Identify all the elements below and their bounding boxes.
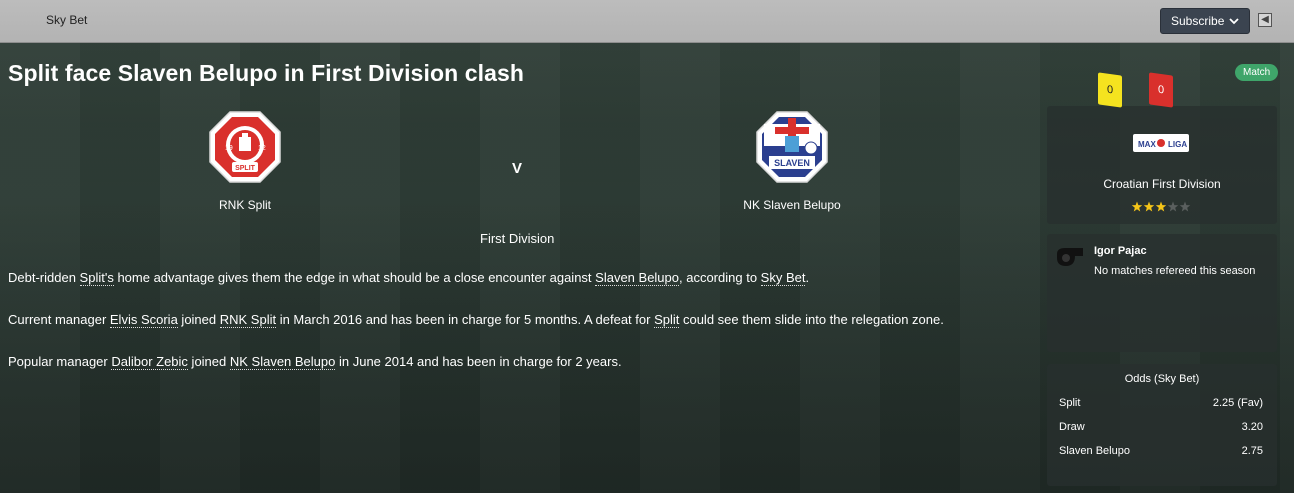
whistle-icon: [1057, 248, 1083, 266]
home-team-name[interactable]: RNK Split: [195, 198, 295, 212]
svg-text:SPLIT: SPLIT: [235, 165, 256, 172]
odds-row: Draw 3.20: [1059, 421, 1263, 433]
svg-text:LIGA: LIGA: [1168, 140, 1187, 149]
away-team-name[interactable]: NK Slaven Belupo: [732, 198, 852, 212]
svg-text:SLAVEN: SLAVEN: [774, 158, 810, 168]
odds-value: 2.75: [1241, 445, 1263, 457]
away-team[interactable]: 1907 SLAVEN NK Slaven Belupo: [732, 110, 852, 212]
source-link[interactable]: Sky Bet: [760, 270, 806, 286]
svg-text:1907: 1907: [765, 146, 781, 153]
headline: Split face Slaven Belupo in First Divisi…: [8, 60, 525, 86]
text-run: Popular manager: [8, 354, 112, 369]
text-run: home advantage gives them the edge in wh…: [113, 270, 596, 285]
star-rating-icon: [1131, 201, 1191, 212]
text-run: in June 2014 and has been in charge for …: [335, 354, 622, 369]
svg-text:19: 19: [225, 145, 233, 152]
odds-row: Split 2.25 (Fav): [1059, 397, 1263, 409]
home-team[interactable]: 19 12 SPLIT RNK Split: [195, 110, 295, 212]
odds-value: 3.20: [1241, 421, 1263, 433]
team-link[interactable]: Split: [654, 312, 680, 328]
match-badge: Match: [1235, 64, 1279, 81]
league-panel[interactable]: MAX LIGA Croatian First Division: [1047, 106, 1277, 224]
text-run: in March 2016 and has been in charge for…: [276, 312, 655, 327]
text-run: Debt-ridden: [8, 270, 80, 285]
odds-panel: Odds (Sky Bet) Split 2.25 (Fav) Draw 3.2…: [1047, 364, 1277, 486]
text-run: Current manager: [8, 312, 110, 327]
manager-link[interactable]: Elvis Scoria: [109, 312, 178, 328]
star-empty-icon: [1167, 201, 1179, 212]
article-paragraph: Debt-ridden Split's home advantage gives…: [8, 270, 810, 286]
away-crest: 1907 SLAVEN: [755, 110, 829, 184]
top-bar: Sky Bet Subscribe ◀: [0, 0, 1294, 43]
odds-label: Split: [1059, 397, 1081, 409]
collapse-icon[interactable]: ◀: [1258, 13, 1272, 27]
yellow-card-count: 0: [1098, 72, 1122, 108]
chevron-down-icon: [1229, 18, 1239, 25]
odds-label: Draw: [1059, 421, 1085, 433]
versus-label: V: [512, 160, 523, 177]
referee-panel: Igor Pajac No matches refereed this seas…: [1047, 234, 1277, 352]
manager-link[interactable]: Dalibor Zebic: [111, 354, 188, 370]
team-link[interactable]: Slaven Belupo: [595, 270, 679, 286]
svg-text:MAX: MAX: [1138, 140, 1156, 149]
odds-row: Slaven Belupo 2.75: [1059, 445, 1263, 457]
team-link[interactable]: RNK Split: [219, 312, 277, 328]
competition-label[interactable]: First Division: [480, 231, 554, 246]
star-filled-icon: [1131, 201, 1143, 212]
odds-label: Slaven Belupo: [1059, 445, 1130, 457]
league-logo: MAX LIGA: [1133, 134, 1189, 152]
referee-note: No matches refereed this season: [1094, 265, 1256, 277]
article-paragraph: Popular manager Dalibor Zebic joined NK …: [8, 354, 622, 370]
star-filled-icon: [1143, 201, 1155, 212]
odds-value: 2.25 (Fav): [1212, 397, 1263, 409]
subscribe-label: Subscribe: [1171, 14, 1225, 28]
text-run: joined: [187, 354, 230, 369]
home-crest: 19 12 SPLIT: [208, 110, 282, 184]
odds-title: Odds (Sky Bet): [1124, 373, 1200, 385]
news-source: Sky Bet: [46, 13, 88, 27]
referee-name[interactable]: Igor Pajac: [1094, 245, 1147, 257]
league-rating: [1131, 201, 1191, 213]
text-run: joined: [177, 312, 220, 327]
star-empty-icon: [1179, 201, 1191, 212]
text-run: .: [805, 270, 810, 285]
team-link[interactable]: Split's: [79, 270, 114, 286]
red-card-count: 0: [1149, 72, 1173, 108]
article-paragraph: Current manager Elvis Scoria joined RNK …: [8, 312, 944, 328]
team-link[interactable]: NK Slaven Belupo: [229, 354, 336, 370]
subscribe-dropdown[interactable]: Subscribe: [1160, 8, 1250, 34]
text-run: could see them slide into the relegation…: [679, 312, 944, 327]
league-name: Croatian First Division: [1103, 177, 1221, 191]
star-filled-icon: [1155, 201, 1167, 212]
svg-text:12: 12: [258, 145, 266, 152]
text-run: , according to: [679, 270, 761, 285]
